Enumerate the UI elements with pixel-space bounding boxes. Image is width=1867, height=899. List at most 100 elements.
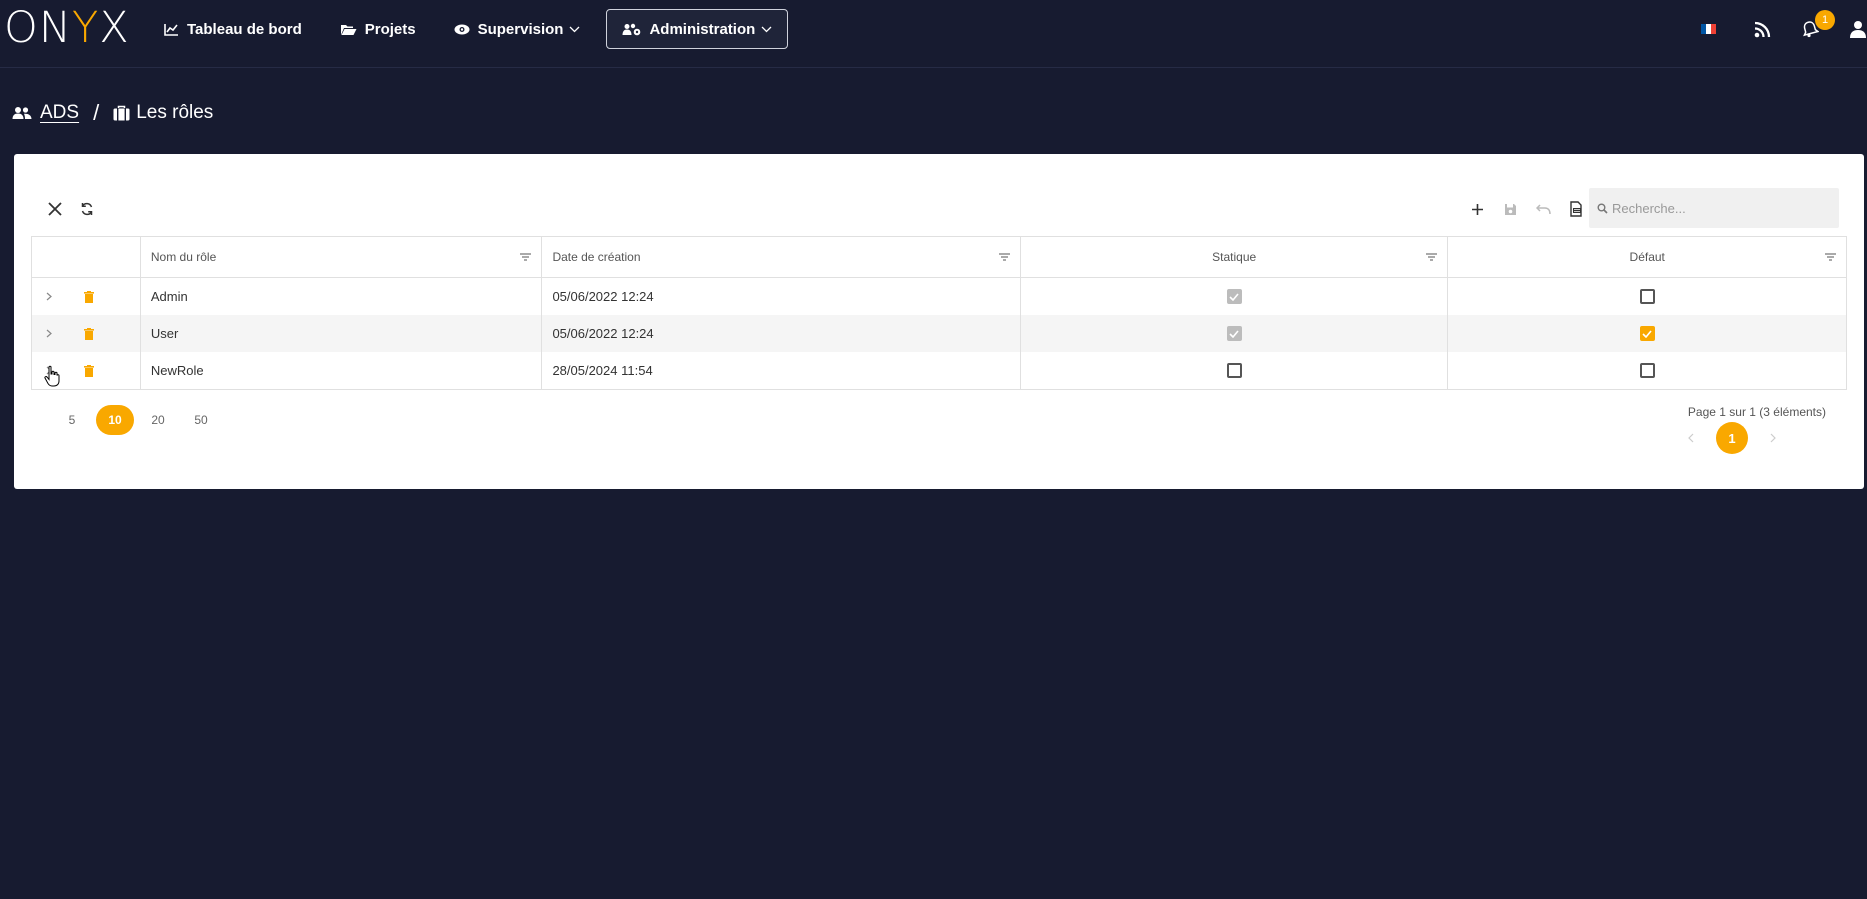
search-box[interactable]: [1589, 188, 1839, 228]
briefcase-icon: [113, 105, 130, 121]
export-button[interactable]: [1565, 198, 1587, 220]
header-defaut[interactable]: Défaut: [1448, 237, 1846, 277]
prev-page-button[interactable]: [1680, 433, 1702, 443]
refresh-button[interactable]: [76, 198, 98, 220]
column-header-label: Nom du rôle: [150, 250, 217, 264]
nav-item-tableau-de-bord[interactable]: Tableau de bord: [152, 9, 314, 49]
undo-icon: [1535, 203, 1551, 214]
expand-row-button[interactable]: [32, 292, 66, 301]
page-size-option[interactable]: 50: [182, 405, 220, 435]
breadcrumb-link-ads[interactable]: ADS: [12, 102, 79, 124]
undo-button[interactable]: [1532, 198, 1554, 220]
filter-icon[interactable]: [998, 253, 1010, 261]
trash-icon: [84, 327, 94, 340]
row-actions: [32, 315, 141, 352]
logo-text-y: Y: [72, 2, 100, 53]
plus-icon: [1471, 203, 1483, 215]
check-icon: [1229, 292, 1239, 301]
delete-row-button[interactable]: [84, 364, 94, 377]
cell-role-name[interactable]: User: [141, 315, 543, 352]
export-file-icon: [1569, 201, 1582, 217]
close-icon: [48, 202, 62, 216]
chevron-down-icon: [569, 26, 580, 32]
users-cog-icon: [622, 23, 641, 35]
defaut-checkbox[interactable]: [1639, 326, 1655, 341]
close-button[interactable]: [44, 198, 66, 220]
trash-icon: [84, 290, 94, 303]
row-actions: [32, 278, 141, 315]
check-icon: [1229, 329, 1239, 338]
page-size-option[interactable]: 20: [139, 405, 177, 435]
cell-statique[interactable]: [1021, 352, 1449, 389]
pager-navigation: 1: [1680, 422, 1784, 454]
mouse-cursor-hand-icon: [44, 365, 60, 387]
nav-item-supervision[interactable]: Supervision: [442, 9, 593, 49]
rss-feed-button[interactable]: [1754, 21, 1771, 38]
chevron-right-icon: [46, 329, 52, 338]
expand-row-button[interactable]: [32, 329, 66, 338]
nav-label: Administration: [649, 20, 756, 38]
cell-creation-date[interactable]: 05/06/2022 12:24: [542, 278, 1021, 315]
cell-role-name[interactable]: NewRole: [141, 352, 543, 389]
language-flag-icon[interactable]: [1701, 24, 1716, 34]
page-size-option[interactable]: 5: [53, 405, 91, 435]
statique-checkbox[interactable]: [1226, 363, 1242, 378]
toolbar-left: [44, 198, 108, 220]
cell-role-name[interactable]: Admin: [141, 278, 543, 315]
chevron-right-icon: [46, 292, 52, 301]
page-size-option-active[interactable]: 10: [96, 405, 134, 435]
page-button-current[interactable]: 1: [1716, 422, 1748, 454]
header-date-de-creation[interactable]: Date de création: [542, 237, 1021, 277]
cell-creation-date[interactable]: 05/06/2022 12:24: [542, 315, 1021, 352]
delete-row-button[interactable]: [84, 290, 94, 303]
page-size-selector: 5 10 20 50: [53, 405, 225, 435]
filter-icon[interactable]: [520, 253, 532, 261]
nav-item-projets[interactable]: Projets: [328, 9, 428, 49]
breadcrumb-parent-label: ADS: [40, 102, 80, 123]
chart-line-icon: [164, 23, 178, 36]
header-actions: 1: [1701, 8, 1867, 50]
table-row: Admin 05/06/2022 12:24: [32, 278, 1846, 315]
table-row: NewRole 28/05/2024 11:54: [32, 352, 1846, 389]
cell-creation-date[interactable]: 28/05/2024 11:54: [542, 352, 1021, 389]
breadcrumb-current-label: Les rôles: [136, 102, 214, 123]
rss-icon: [1754, 21, 1771, 37]
cell-statique[interactable]: [1021, 278, 1449, 315]
breadcrumb: ADS / Les rôles: [12, 100, 213, 126]
breadcrumb-current: Les rôles: [113, 102, 213, 124]
header-nom-du-role[interactable]: Nom du rôle: [141, 237, 543, 277]
save-button[interactable]: [1499, 198, 1521, 220]
onyx-logo[interactable]: ON Y X: [4, 6, 130, 50]
filter-icon[interactable]: [1825, 253, 1836, 261]
nav-label: Supervision: [477, 20, 564, 38]
eye-icon: [454, 24, 470, 34]
nav-label: Tableau de bord: [187, 20, 302, 38]
pager-info: Page 1 sur 1 (3 éléments): [1687, 405, 1826, 419]
users-icon: [12, 107, 32, 119]
column-header-label: Statique: [1212, 250, 1257, 264]
filter-icon[interactable]: [1426, 253, 1438, 261]
logo-text-x: X: [99, 2, 130, 53]
next-page-button[interactable]: [1762, 433, 1784, 443]
statique-checkbox[interactable]: [1226, 289, 1242, 304]
delete-row-button[interactable]: [84, 327, 94, 340]
cell-defaut[interactable]: [1448, 315, 1846, 352]
user-menu-button[interactable]: [1849, 20, 1867, 38]
header-statique[interactable]: Statique: [1021, 237, 1449, 277]
logo-text-on: ON: [4, 2, 73, 53]
notifications-button[interactable]: 1: [1801, 10, 1835, 38]
defaut-checkbox[interactable]: [1639, 363, 1655, 378]
column-header-label: Défaut: [1629, 250, 1665, 264]
table-row: User 05/06/2022 12:24: [32, 315, 1846, 352]
grid-header-row: Nom du rôle Date de création Statique Dé…: [32, 237, 1846, 278]
cell-defaut[interactable]: [1448, 278, 1846, 315]
cell-defaut[interactable]: [1448, 352, 1846, 389]
defaut-checkbox[interactable]: [1639, 289, 1655, 304]
nav-item-administration[interactable]: Administration: [606, 9, 789, 49]
folder-open-icon: [340, 24, 357, 35]
add-button[interactable]: [1466, 198, 1488, 220]
search-input[interactable]: [1612, 200, 1812, 216]
cell-statique[interactable]: [1021, 315, 1449, 352]
notification-badge: 1: [1815, 10, 1835, 30]
statique-checkbox[interactable]: [1226, 326, 1242, 341]
